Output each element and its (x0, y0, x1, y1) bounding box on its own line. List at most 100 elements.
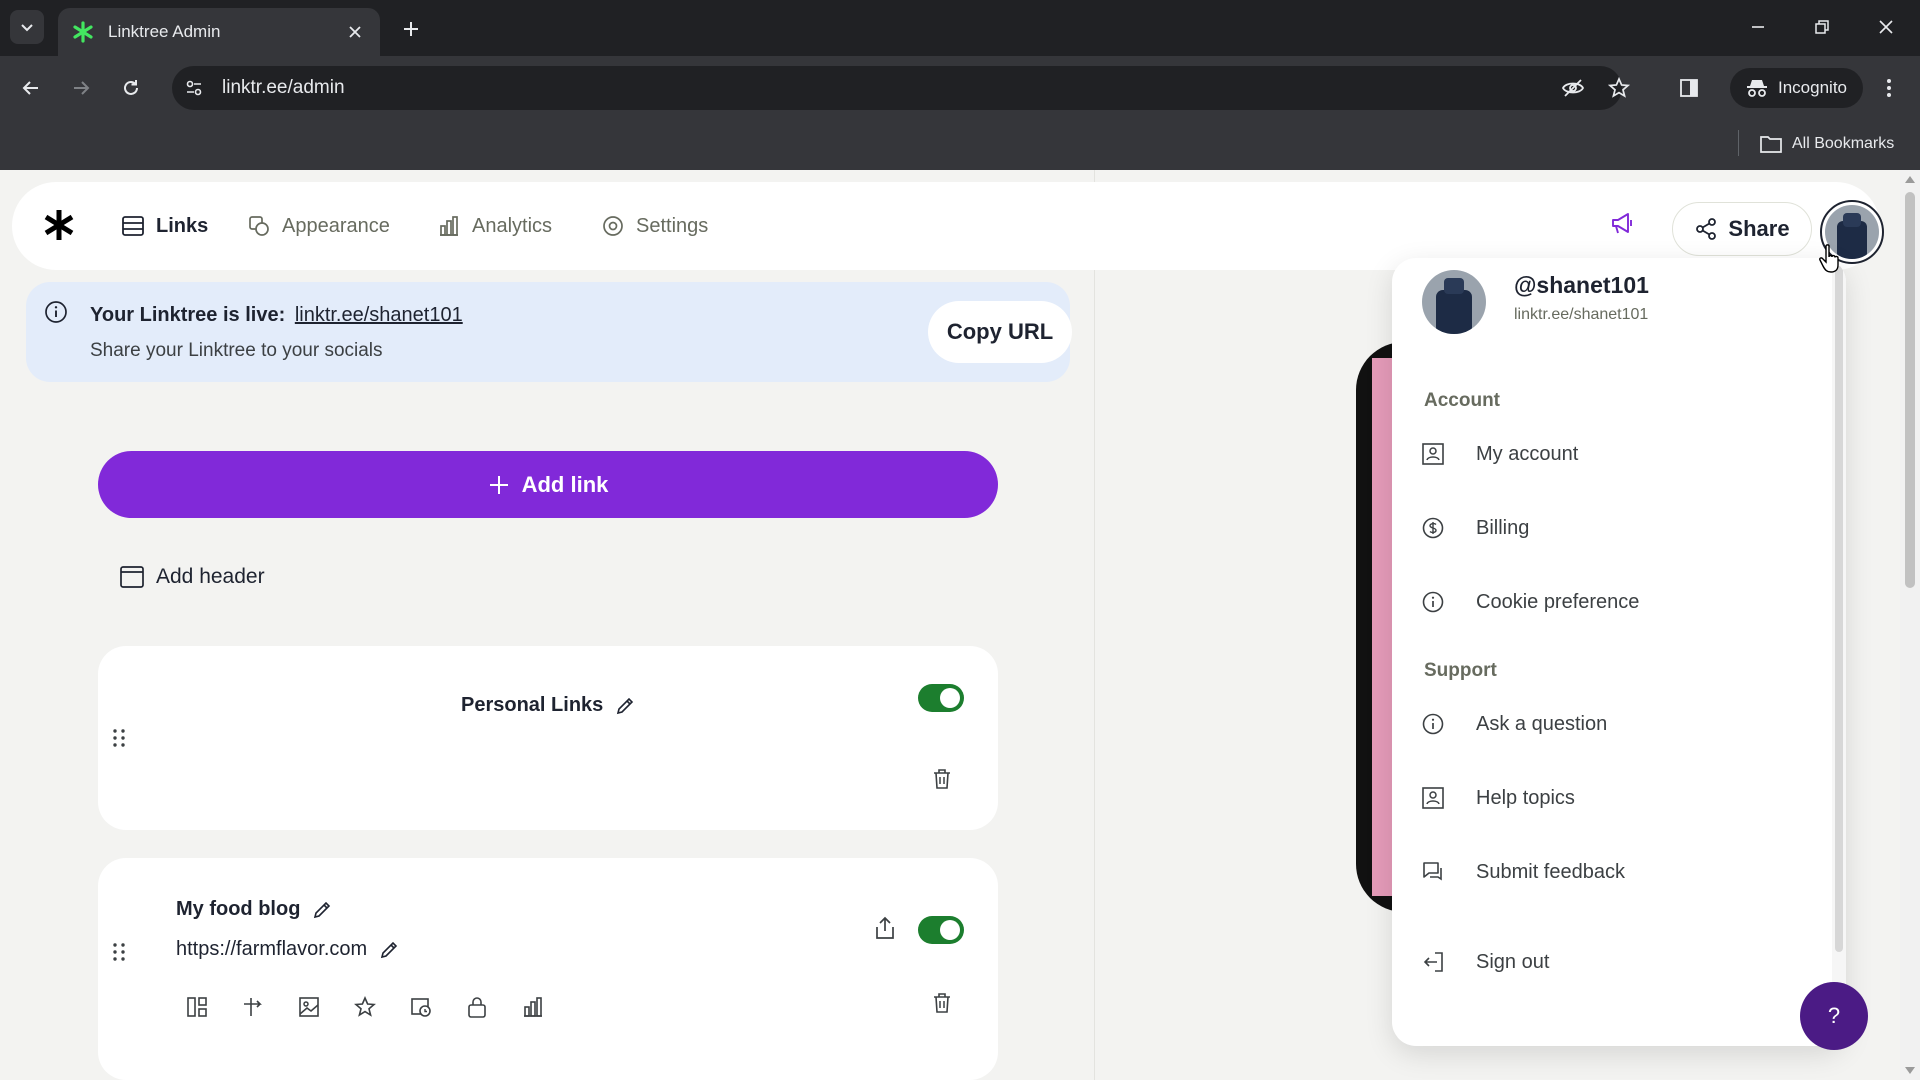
bar-chart-icon (440, 216, 458, 236)
schedule-icon[interactable] (410, 996, 432, 1018)
pencil-icon[interactable] (615, 696, 635, 716)
analytics-icon[interactable] (522, 996, 544, 1018)
layout-icon[interactable] (186, 996, 208, 1018)
drag-handle-icon[interactable] (112, 942, 126, 962)
minimize-icon (1752, 26, 1764, 28)
trash-icon[interactable] (932, 768, 952, 790)
address-bar[interactable]: linktr.ee/admin (172, 66, 1622, 110)
menu-avatar (1422, 270, 1486, 334)
menu-scrollbar[interactable] (1832, 258, 1846, 1046)
more-vertical-icon (1887, 79, 1891, 97)
feedback-icon (1423, 862, 1442, 881)
menu-item-help-topics[interactable]: Help topics (1422, 778, 1822, 818)
nav-settings[interactable]: Settings (602, 206, 708, 246)
help-chat-button[interactable]: ? (1800, 982, 1868, 1050)
menu-item-label: Submit feedback (1476, 860, 1625, 883)
tab-title: Linktree Admin (108, 22, 221, 41)
list-icon (122, 216, 144, 236)
info-icon (45, 301, 67, 323)
nav-appearance[interactable]: Appearance (248, 206, 390, 246)
window-close-button[interactable] (1866, 12, 1906, 42)
megaphone-icon[interactable] (1610, 210, 1636, 236)
card-title-text: My food blog (176, 898, 301, 920)
menu-item-my-account[interactable]: My account (1422, 434, 1822, 474)
menu-item-billing[interactable]: Billing (1422, 508, 1822, 548)
browser-menu-button[interactable] (1874, 73, 1904, 103)
pencil-icon[interactable] (312, 900, 332, 920)
card-url: https://farmflavor.com (176, 938, 399, 961)
enable-toggle[interactable] (918, 684, 964, 712)
menu-section-account: Account (1424, 390, 1500, 411)
redirect-icon[interactable] (242, 996, 264, 1018)
add-header-label: Add header (156, 565, 265, 588)
header-icon (120, 566, 144, 588)
page-scrollbar[interactable] (1900, 170, 1920, 1080)
menu-item-label: Sign out (1476, 950, 1550, 973)
nav-appearance-label: Appearance (282, 214, 390, 237)
share-label: Share (1728, 216, 1790, 241)
account-menu: @shanet101 linktr.ee/shanet101 Account M… (1392, 258, 1846, 1046)
page-viewport: Links Appearance Analytics Settings Shar… (0, 170, 1920, 1080)
lock-icon[interactable] (466, 996, 488, 1018)
tab-search-dropdown-button[interactable] (10, 10, 44, 44)
side-panel-button[interactable] (1674, 73, 1704, 103)
reload-button[interactable] (116, 73, 146, 103)
window-restore-button[interactable] (1802, 12, 1842, 42)
menu-item-cookie-preference[interactable]: Cookie preference (1422, 582, 1822, 622)
nav-settings-label: Settings (636, 214, 709, 237)
close-icon (1879, 20, 1893, 34)
enable-toggle[interactable] (918, 916, 964, 944)
card-title: Personal Links (461, 694, 635, 717)
copy-url-button[interactable]: Copy URL (928, 301, 1072, 363)
back-button[interactable] (16, 73, 46, 103)
image-icon[interactable] (298, 996, 320, 1018)
plus-icon (404, 22, 418, 36)
arrow-right-icon (74, 81, 90, 95)
site-settings-icon[interactable] (184, 78, 204, 98)
menu-item-ask-question[interactable]: Ask a question (1422, 704, 1822, 744)
add-header-button[interactable]: Add header (100, 552, 285, 602)
editor-preview-divider (1094, 170, 1095, 1080)
live-url-link[interactable]: linktr.ee/shanet101 (295, 304, 463, 326)
menu-item-label: Ask a question (1476, 712, 1608, 735)
add-link-label: Add link (521, 471, 609, 497)
menu-username[interactable]: @shanet101 (1514, 272, 1649, 299)
menu-item-sign-out[interactable]: Sign out (1422, 942, 1822, 982)
card-url-text: https://farmflavor.com (176, 938, 368, 960)
share-button[interactable]: Share (1672, 202, 1812, 256)
folder-icon (1760, 136, 1782, 153)
tab-close-button[interactable] (344, 21, 366, 43)
pencil-icon[interactable] (379, 940, 399, 960)
star-icon[interactable] (354, 996, 376, 1018)
menu-item-label: My account (1476, 442, 1579, 465)
menu-item-label: Help topics (1476, 786, 1575, 809)
info-icon (1422, 713, 1444, 735)
live-subtitle: Share your Linktree to your socials (90, 340, 383, 361)
gear-icon (603, 216, 623, 236)
nav-links[interactable]: Links (122, 206, 208, 246)
menu-item-submit-feedback[interactable]: Submit feedback (1422, 852, 1822, 892)
browser-tab[interactable]: Linktree Admin (58, 8, 380, 56)
forward-button[interactable] (66, 73, 96, 103)
share-upload-icon[interactable] (874, 916, 896, 940)
all-bookmarks-button[interactable]: All Bookmarks (1760, 130, 1894, 158)
nav-links-label: Links (156, 214, 209, 237)
chevron-down-icon (21, 24, 33, 32)
star-icon (1608, 77, 1630, 98)
dollar-circle-icon (1422, 517, 1444, 539)
nav-analytics[interactable]: Analytics (438, 206, 552, 246)
incognito-badge[interactable]: Incognito (1730, 68, 1863, 108)
linktree-logo-icon[interactable] (42, 208, 76, 242)
tracking-protection-button[interactable] (1558, 73, 1588, 103)
live-status-text: Your Linktree is live: linktr.ee/shanet1… (90, 304, 463, 327)
trash-icon[interactable] (932, 992, 952, 1014)
incognito-icon (1747, 80, 1767, 97)
window-minimize-button[interactable] (1738, 12, 1778, 42)
all-bookmarks-label: All Bookmarks (1792, 135, 1895, 152)
bookmark-star-button[interactable] (1604, 73, 1634, 103)
menu-item-label: Cookie preference (1476, 590, 1640, 613)
add-link-button[interactable]: Add link (98, 451, 998, 518)
drag-handle-icon[interactable] (112, 728, 126, 748)
new-tab-button[interactable] (396, 14, 426, 44)
user-card-icon (1422, 443, 1444, 465)
